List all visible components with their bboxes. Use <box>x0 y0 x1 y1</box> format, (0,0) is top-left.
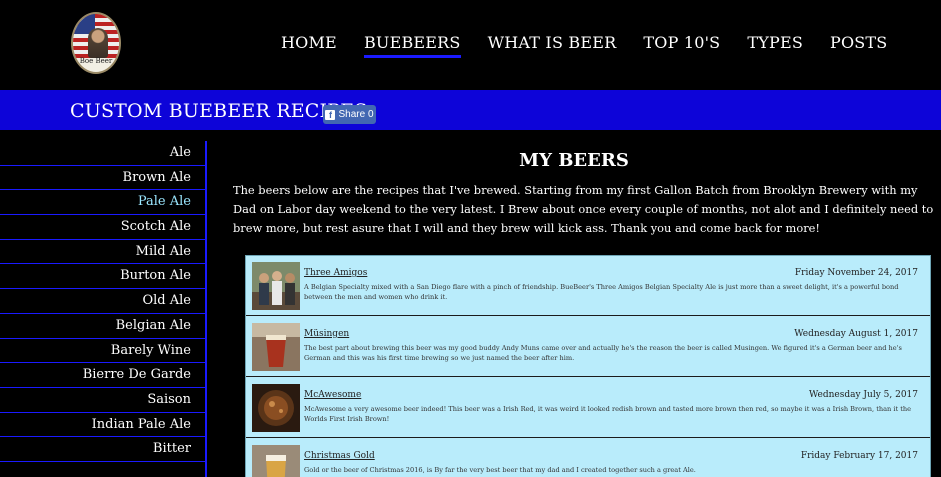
brew-pot-thumbnail[interactable] <box>252 384 300 432</box>
list-item: Müsingen Wednesday August 1, 2017 The be… <box>246 317 930 377</box>
sidebar-item-brown-ale[interactable]: Brown Ale <box>0 166 205 191</box>
sidebar-item-barely-wine[interactable]: Barely Wine <box>0 339 205 364</box>
post-title-link[interactable]: Müsingen <box>304 329 349 339</box>
logo-text: Boe Beer <box>79 57 113 65</box>
post-date: Wednesday August 1, 2017 <box>794 329 918 339</box>
post-title-link[interactable]: Christmas Gold <box>304 451 375 461</box>
portrait-graphic <box>88 28 108 58</box>
top-header: Boe Beer HOME BUEBEERS WHAT IS BEER TOP … <box>0 0 941 90</box>
post-description: A Belgian Specialty mixed with a San Die… <box>304 283 899 301</box>
main-nav: HOME BUEBEERS WHAT IS BEER TOP 10'S TYPE… <box>281 33 914 58</box>
facebook-share-button[interactable]: f Share 0 <box>323 105 376 124</box>
nav-what-is-beer[interactable]: WHAT IS BEER <box>488 33 617 58</box>
sidebar-item-scotch-ale[interactable]: Scotch Ale <box>0 215 205 240</box>
nav-home[interactable]: HOME <box>281 33 337 58</box>
post-description: The best part about brewing this beer wa… <box>304 344 902 362</box>
sidebar-item-mild-ale[interactable]: Mild Ale <box>0 240 205 265</box>
sidebar-item-old-ale[interactable]: Old Ale <box>0 289 205 314</box>
intro-text: The beers below are the recipes that I'v… <box>233 183 934 235</box>
group-photo-thumbnail[interactable] <box>252 262 300 310</box>
post-description: McAwesome a very awesome beer indeed! Th… <box>304 405 912 423</box>
facebook-icon: f <box>325 109 336 120</box>
sidebar-item-bitter[interactable]: Bitter <box>0 437 205 462</box>
sidebar-item-belgian-ale[interactable]: Belgian Ale <box>0 314 205 339</box>
nav-buebeers[interactable]: BUEBEERS <box>363 33 461 58</box>
nav-types[interactable]: TYPES <box>747 33 803 58</box>
beer-glass-thumbnail[interactable] <box>252 323 300 371</box>
sidebar-item-bierre-de-garde[interactable]: Bierre De Garde <box>0 363 205 388</box>
list-item: McAwesome Wednesday July 5, 2017 McAweso… <box>246 378 930 438</box>
share-label: Share 0 <box>338 109 374 120</box>
sidebar-item-burton-ale[interactable]: Burton Ale <box>0 264 205 290</box>
beer-types-sidebar: Ale Brown Ale Pale Ale Scotch Ale Mild A… <box>0 141 207 477</box>
gold-beer-thumbnail[interactable] <box>252 445 300 477</box>
post-date: Wednesday July 5, 2017 <box>809 390 918 400</box>
post-title-link[interactable]: Three Amigos <box>304 268 367 278</box>
sidebar-item-pale-ale[interactable]: Pale Ale <box>0 190 205 216</box>
nav-top-10s[interactable]: TOP 10'S <box>643 33 720 58</box>
beer-post-list: Three Amigos Friday November 24, 2017 A … <box>245 255 931 477</box>
post-title-link[interactable]: McAwesome <box>304 390 361 400</box>
page-banner: CUSTOM BUEBEER RECIPES <box>0 90 941 130</box>
list-item: Three Amigos Friday November 24, 2017 A … <box>246 256 930 316</box>
list-item: Christmas Gold Friday February 17, 2017 … <box>246 439 930 477</box>
post-description: Gold or the beer of Christmas 2016, is B… <box>304 466 696 474</box>
post-date: Friday November 24, 2017 <box>794 268 918 278</box>
nav-posts[interactable]: POSTS <box>830 33 887 58</box>
sidebar-item-saison[interactable]: Saison <box>0 388 205 413</box>
sidebar-item-ale[interactable]: Ale <box>0 141 205 166</box>
section-title: MY BEERS <box>519 150 629 171</box>
site-logo[interactable]: Boe Beer <box>71 12 121 74</box>
post-date: Friday February 17, 2017 <box>800 451 918 461</box>
sidebar-item-indian-pale-ale[interactable]: Indian Pale Ale <box>0 413 205 438</box>
